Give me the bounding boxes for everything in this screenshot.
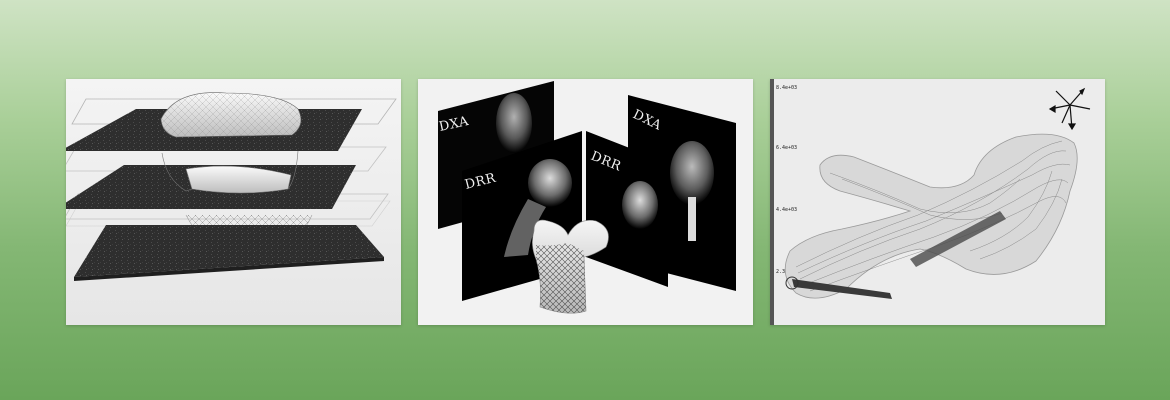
orientation-gizmo [1048, 87, 1091, 131]
panel-dxa-drr: DXA DRR DRR DXA [418, 79, 753, 325]
panel-ct-slices [66, 79, 401, 325]
ct-slice-illustration [66, 92, 397, 281]
panel-streamlines: 8.4e+03 6.4e+03 4.4e+03 2.3e+03 [770, 79, 1105, 325]
tick-label: 4.4e+03 [776, 207, 797, 213]
dxa-femur-left [496, 93, 532, 153]
tick-label: 8.4e+03 [776, 85, 797, 91]
dxa-shaft-right [688, 197, 696, 241]
dxa-femur-right [670, 141, 714, 205]
tick-label: 6.4e+03 [776, 145, 797, 151]
dxa-drr-illustration: DXA DRR DRR DXA [438, 81, 736, 314]
femur-mesh [536, 243, 586, 314]
femur-outline [784, 133, 1078, 299]
drr-femur-right [622, 181, 658, 229]
left-axis-bar [770, 79, 774, 325]
streamline-illustration: 8.4e+03 6.4e+03 4.4e+03 2.3e+03 [770, 79, 1091, 325]
drr-femur-left [528, 159, 572, 207]
